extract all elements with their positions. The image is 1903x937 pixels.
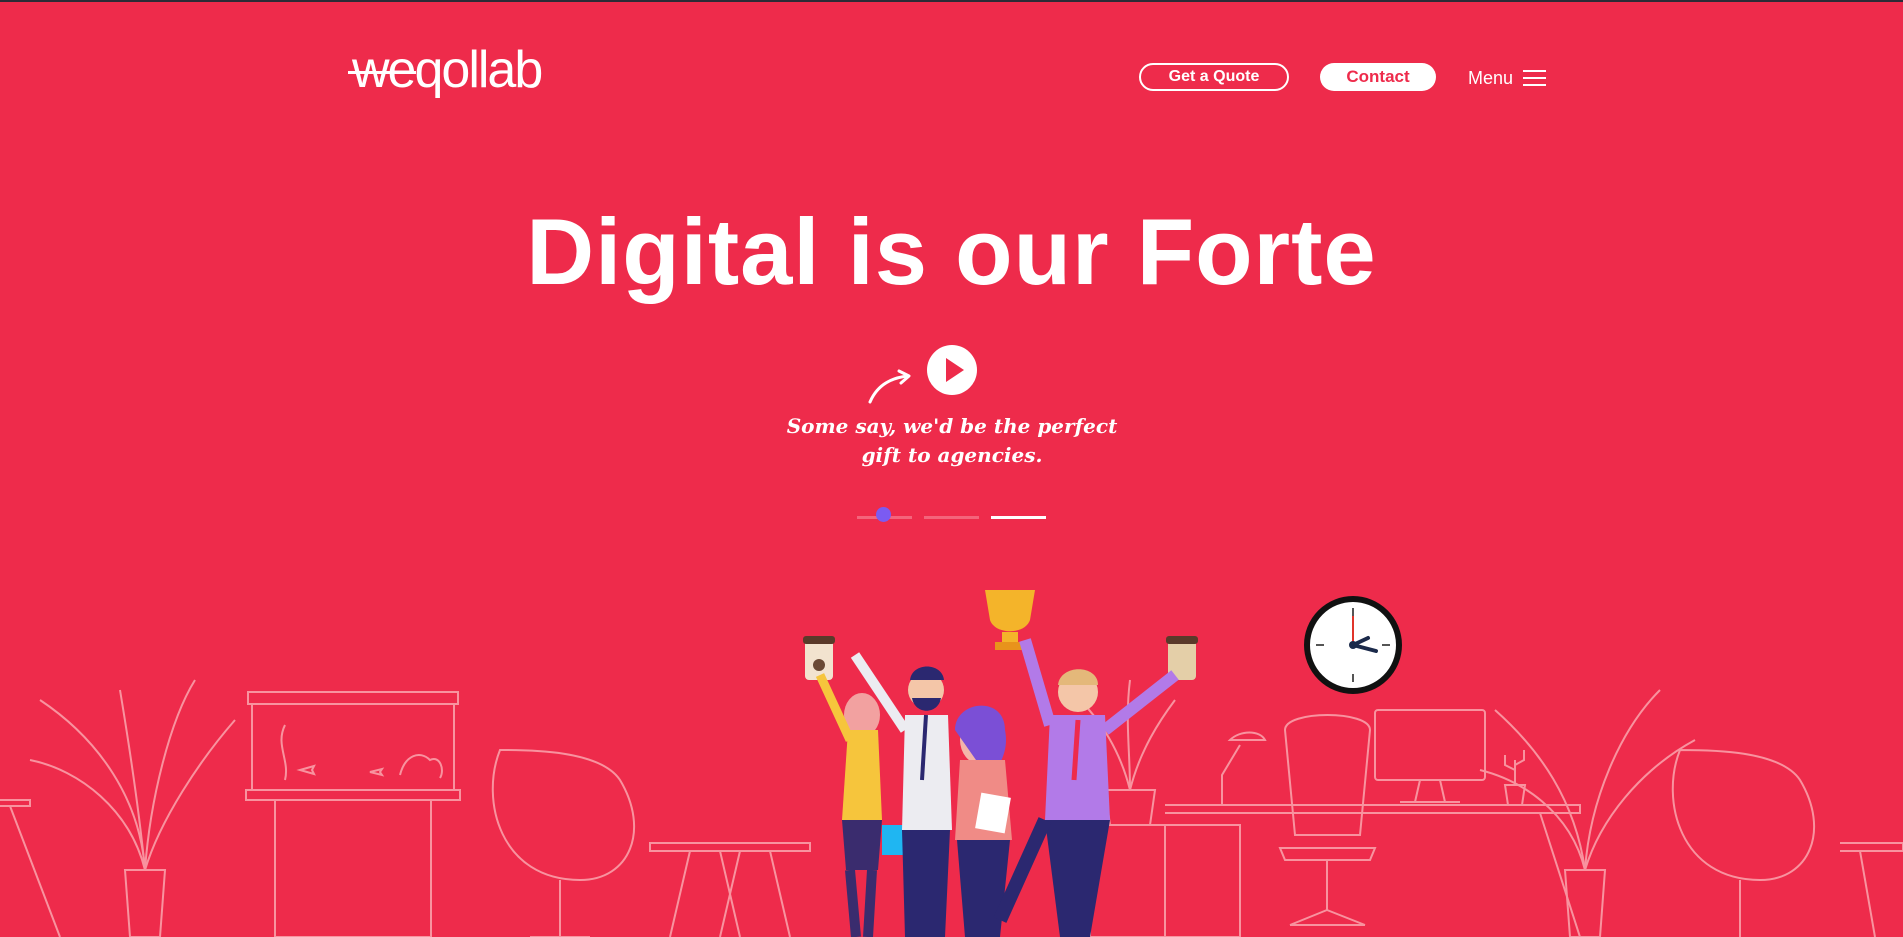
hero-headline: Digital is our Forte: [526, 199, 1377, 304]
clock-face: [1316, 608, 1390, 682]
top-border: [0, 0, 1903, 2]
monitor: [1374, 709, 1486, 803]
clock-icon: [1304, 596, 1402, 694]
tagline-line-1: Some say, we'd be the perfect: [786, 414, 1118, 438]
egg-chair-left: [491, 748, 636, 937]
egg-chair-right: [1671, 748, 1816, 937]
hero-tagline: Some say, we'd be the perfect gift to ag…: [740, 412, 1164, 470]
slider-knob: [876, 507, 891, 522]
get-a-quote-button[interactable]: Get a Quote: [1139, 63, 1289, 91]
slider-pagination: [857, 507, 1046, 522]
curved-arrow-icon: [868, 369, 911, 404]
plant-left: [29, 679, 236, 937]
menu-button[interactable]: Menu: [1468, 66, 1547, 90]
coffee-cup-icon: [803, 636, 835, 680]
slide-dot-3[interactable]: [991, 516, 1046, 519]
slide-dot-1[interactable]: [857, 507, 912, 522]
hamburger-icon: [1523, 70, 1547, 86]
menu-label: Menu: [1468, 67, 1514, 88]
logo[interactable]: weqollab: [347, 41, 543, 99]
office-illustration: [0, 590, 1903, 937]
aquarium: [245, 691, 461, 937]
office-chair: [1278, 714, 1377, 926]
play-video-button[interactable]: [927, 345, 977, 395]
tagline-line-2: gift to agencies.: [861, 443, 1043, 467]
contact-button[interactable]: Contact: [1320, 63, 1436, 91]
logo-we: we: [347, 41, 417, 99]
slide-dot-2[interactable]: [924, 516, 979, 519]
logo-rest: qollab: [414, 41, 543, 99]
